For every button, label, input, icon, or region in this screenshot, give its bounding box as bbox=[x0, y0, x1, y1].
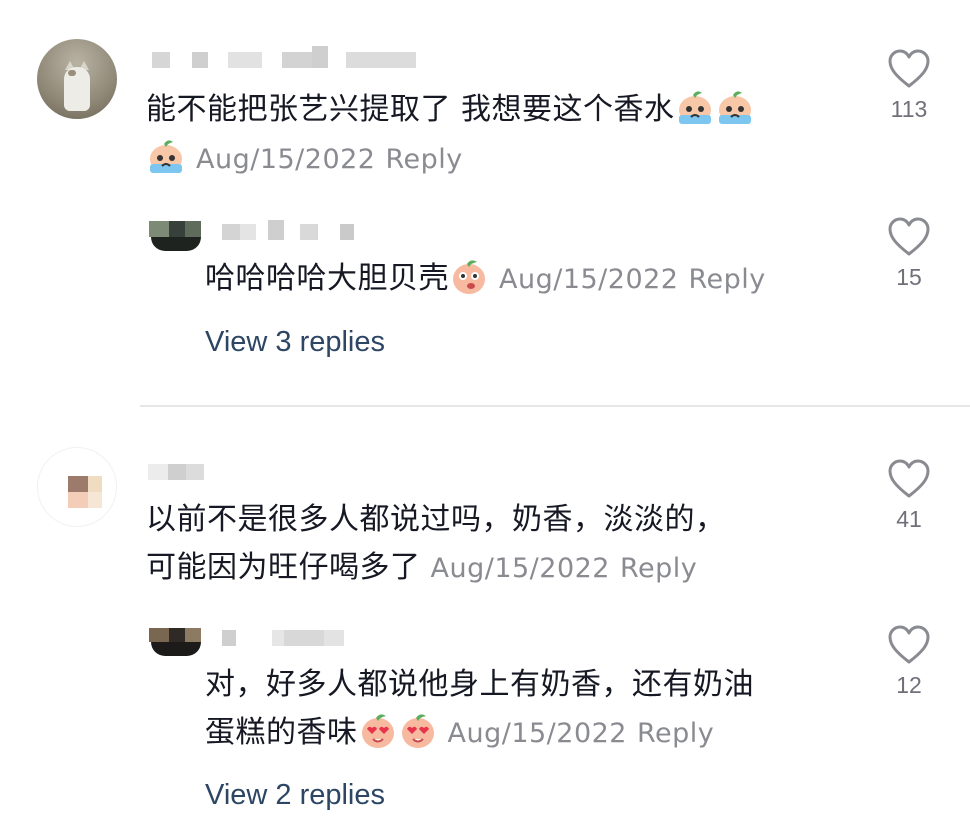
heart-outline-icon bbox=[888, 49, 930, 88]
comment-text: 可能因为旺仔喝多了 bbox=[146, 550, 421, 585]
view-replies-button[interactable]: View 3 replies bbox=[205, 326, 385, 359]
like-count: 41 bbox=[896, 506, 922, 532]
username-blurred[interactable] bbox=[148, 458, 204, 480]
heart-outline-icon bbox=[888, 459, 930, 498]
heart-eyes-emoji-icon bbox=[361, 713, 394, 748]
reply-date: Aug/15/2022 bbox=[499, 264, 679, 295]
heart-eyes-emoji-icon bbox=[401, 713, 434, 748]
username-blurred[interactable] bbox=[222, 624, 344, 646]
reply-button[interactable]: Reply bbox=[385, 144, 462, 175]
comment-date: Aug/15/2022 bbox=[196, 144, 376, 175]
like-button[interactable]: 113 bbox=[879, 48, 939, 123]
crying-emoji-icon bbox=[718, 90, 751, 124]
comment-text: 以前不是很多人都说过吗，奶香，淡淡的， bbox=[146, 502, 726, 537]
reply-text: 蛋糕的香味 bbox=[205, 715, 358, 750]
reply-button[interactable]: Reply bbox=[637, 718, 714, 749]
like-count: 113 bbox=[890, 96, 928, 122]
reply-text: 哈哈哈哈大胆贝壳 bbox=[205, 261, 449, 296]
reply-text-row: 蛋糕的香味 Aug/15/2022 Reply bbox=[205, 709, 714, 758]
comment-text-row: 可能因为旺仔喝多了 Aug/15/2022 Reply bbox=[146, 544, 697, 593]
comment-date: Aug/15/2022 bbox=[430, 553, 610, 584]
peach-emoji-icon bbox=[453, 259, 485, 294]
reply-text: 对，好多人都说他身上有奶香，还有奶油 bbox=[205, 667, 754, 702]
reply-button[interactable]: Reply bbox=[688, 264, 765, 295]
like-button[interactable]: 12 bbox=[879, 624, 939, 699]
comment-text: 能不能把张艺兴提取了 我想要这个香水 bbox=[146, 86, 755, 134]
user-avatar[interactable] bbox=[37, 447, 117, 527]
reply-date: Aug/15/2022 bbox=[447, 718, 627, 749]
comment-divider bbox=[140, 405, 970, 407]
heart-outline-icon bbox=[888, 217, 930, 256]
crying-emoji-icon bbox=[678, 90, 711, 124]
username-blurred[interactable] bbox=[152, 46, 416, 68]
reply-text-row: 哈哈哈哈大胆贝壳 Aug/15/2022 Reply bbox=[205, 255, 766, 304]
like-button[interactable]: 41 bbox=[879, 458, 939, 533]
comment-meta-row: Aug/15/2022 Reply bbox=[146, 135, 463, 184]
crying-emoji-icon bbox=[150, 139, 182, 173]
reply-avatar[interactable] bbox=[145, 602, 205, 662]
user-avatar[interactable] bbox=[37, 39, 117, 119]
username-blurred[interactable] bbox=[222, 218, 354, 240]
reply-avatar[interactable] bbox=[145, 197, 205, 257]
view-replies-button[interactable]: View 2 replies bbox=[205, 779, 385, 812]
like-button[interactable]: 15 bbox=[879, 216, 939, 291]
cat-patch bbox=[68, 70, 76, 76]
like-count: 12 bbox=[896, 672, 922, 698]
heart-outline-icon bbox=[888, 625, 930, 664]
reply-button[interactable]: Reply bbox=[620, 553, 697, 584]
like-count: 15 bbox=[896, 264, 922, 290]
